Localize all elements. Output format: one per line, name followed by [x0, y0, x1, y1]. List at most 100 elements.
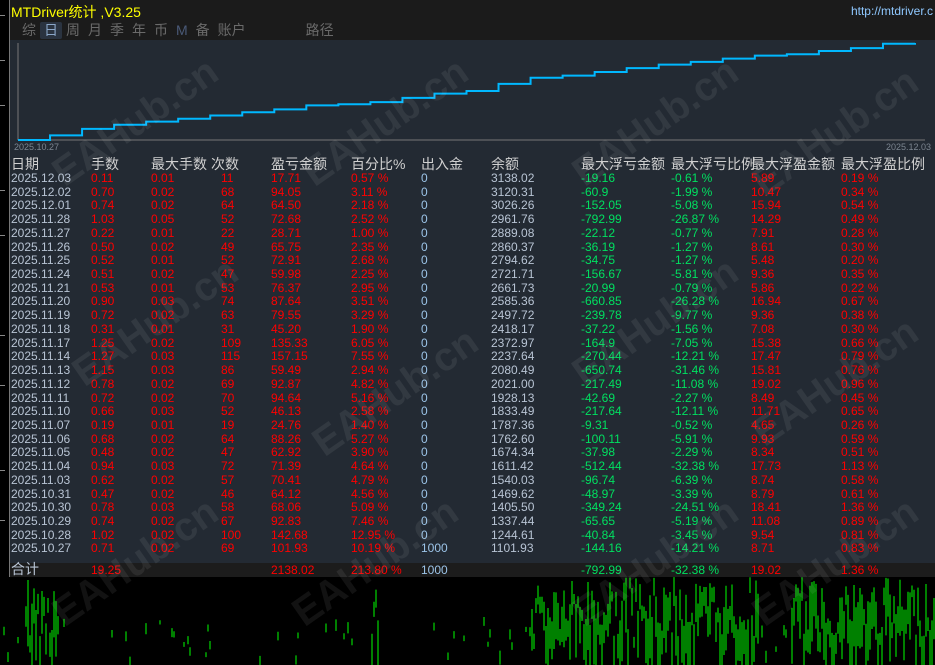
cell-0: 2025.11.14 [11, 349, 71, 364]
cell-8: -512.44 [581, 459, 622, 474]
cell-3: 67 [221, 514, 235, 528]
cell-5: 4.64 % [351, 459, 389, 474]
cell-2: 0.01 [151, 417, 175, 432]
column-header[interactable]: 次数 [211, 154, 239, 172]
table-row: 2025.11.14 1.27 0.03 115 157.15 7.55 % 0 2237.6… [10, 350, 935, 363]
cell-4: 94.64 [271, 390, 302, 405]
cell-1: 1.27 [91, 349, 115, 364]
tab-0[interactable]: 综 [18, 22, 40, 39]
cell-9: -7.05 % [671, 335, 713, 350]
column-header[interactable]: 最大手数 [151, 154, 207, 172]
table-row: 2025.11.19 0.72 0.02 63 79.55 3.29 % 0 2497.72 -… [10, 309, 935, 322]
cell-9: -24.51 % [671, 500, 720, 515]
table-row: 2025.11.10 0.66 0.03 52 46.13 2.58 % 0 1833.49 -… [10, 405, 935, 418]
table-row: 2025.10.31 0.47 0.02 46 64.12 4.56 % 0 1469.62 -… [10, 486, 935, 501]
cell-11: 0.96 % [841, 376, 879, 391]
tab-5[interactable]: 年 [128, 22, 150, 39]
column-header[interactable]: 余额 [491, 154, 519, 172]
column-header[interactable]: 日期 [11, 154, 39, 172]
cell-4: 94.05 [271, 184, 302, 199]
cell-1: 0.94 [91, 459, 115, 474]
cell-5: 3.90 % [351, 445, 389, 460]
cell-2: 0.01 [151, 253, 175, 268]
cell-7: 2961.76 [491, 212, 535, 227]
table-row: 2025.11.05 0.48 0.02 47 62.92 3.90 % 0 1674.34 -… [10, 446, 935, 459]
column-header[interactable]: 出入金 [421, 154, 463, 172]
table-row: 2025.10.28 1.02 0.02 100 142.68 12.95 % 0 1244.… [10, 528, 935, 542]
cell-9: -5.19 % [671, 514, 713, 528]
cell-6: 0 [421, 267, 428, 282]
cell-0: 2025.11.20 [11, 294, 71, 309]
tab-9[interactable]: 账户 [214, 22, 250, 39]
column-header[interactable]: 百分比% [351, 154, 405, 172]
tab-10[interactable]: 路径 [302, 22, 338, 39]
total-cell-8: -792.99 [581, 563, 622, 577]
cell-0: 2025.11.05 [11, 445, 71, 460]
cell-9: -0.61 % [671, 171, 713, 185]
cell-4: 64.12 [271, 486, 302, 501]
cell-2: 0.02 [151, 198, 175, 213]
column-header[interactable]: 手数 [91, 154, 119, 172]
column-header[interactable]: 最大浮盈金额 [751, 154, 835, 172]
cell-4: 76.37 [271, 280, 302, 295]
tab-2[interactable]: 周 [62, 22, 84, 39]
axis-tick [0, 335, 5, 336]
cell-2: 0.02 [151, 390, 175, 405]
tab-1[interactable]: 日 [40, 22, 62, 39]
cell-5: 4.79 % [351, 472, 389, 487]
cell-3: 49 [221, 239, 235, 254]
cell-6: 0 [421, 198, 428, 213]
table-row: 2025.11.06 0.68 0.02 64 88.26 5.27 % 0 1762.60 -… [10, 431, 935, 446]
tab-4[interactable]: 季 [106, 22, 128, 39]
cell-6: 0 [421, 225, 428, 240]
table-row: 2025.11.27 0.22 0.01 22 28.71 1.00 % 0 2889.08 -… [10, 225, 935, 240]
axis-tick [0, 190, 5, 191]
column-header[interactable]: 最大浮亏金额 [581, 154, 665, 172]
total-cell-6: 1000 [421, 563, 448, 577]
price-axis [0, 0, 10, 577]
tab-7[interactable]: M [172, 22, 192, 39]
cell-8: -9.31 [581, 417, 609, 432]
cell-8: -144.16 [581, 541, 622, 556]
cell-7: 2497.72 [491, 308, 535, 323]
table-row: 2025.11.26 0.50 0.02 49 65.75 2.35 % 0 2860.37 -… [10, 239, 935, 254]
cell-6: 0 [421, 280, 428, 295]
cell-8: -156.67 [581, 267, 622, 282]
cell-0: 2025.11.03 [11, 472, 71, 487]
tab-8[interactable]: 备 [192, 22, 214, 39]
cell-5: 7.46 % [351, 514, 389, 528]
cell-6: 1000 [421, 541, 448, 556]
cell-3: 11 [221, 171, 234, 185]
cell-9: -2.27 % [671, 390, 713, 405]
website-link[interactable]: http://mtdriver.c [851, 4, 933, 18]
cell-10: 7.91 [751, 225, 775, 240]
cell-4: 157.15 [271, 349, 308, 364]
cell-9: -14.21 % [671, 541, 720, 556]
cell-6: 0 [421, 253, 428, 268]
cell-8: -660.85 [581, 294, 622, 309]
column-header[interactable]: 最大浮亏比例 [671, 154, 755, 172]
equity-chart: 2025.10.27 2025.12.03 [10, 40, 935, 155]
axis-tick [0, 520, 5, 521]
column-header[interactable]: 盈亏金额 [271, 154, 327, 172]
tab-3[interactable]: 月 [84, 22, 106, 39]
cell-5: 2.58 % [351, 404, 389, 419]
cell-1: 1.25 [91, 335, 115, 350]
total-cell-10: 19.02 [751, 563, 782, 577]
cell-8: -34.75 [581, 253, 616, 268]
cell-11: 0.35 % [841, 267, 879, 282]
cell-0: 2025.11.28 [11, 212, 71, 227]
cell-5: 4.56 % [351, 486, 389, 501]
cell-8: -42.69 [581, 390, 616, 405]
cell-3: 64 [221, 431, 235, 446]
cell-4: 45.20 [271, 321, 302, 336]
cell-0: 2025.11.27 [11, 225, 71, 240]
cell-9: -1.56 % [671, 321, 713, 336]
cell-1: 0.90 [91, 294, 115, 309]
column-header[interactable]: 最大浮盈比例 [841, 154, 925, 172]
cell-10: 9.93 [751, 431, 775, 446]
cell-11: 0.65 % [841, 404, 879, 419]
cell-7: 1762.60 [491, 431, 535, 446]
cell-2: 0.01 [151, 280, 175, 295]
tab-6[interactable]: 币 [150, 22, 172, 39]
